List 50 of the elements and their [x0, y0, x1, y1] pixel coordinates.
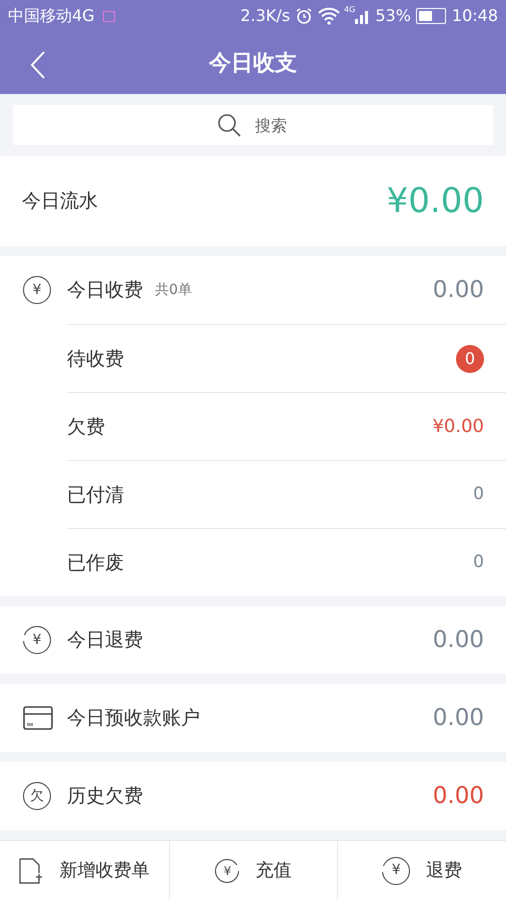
card-icon [23, 706, 53, 730]
alarm-icon [295, 7, 314, 26]
summary-amount: 0.00 [432, 276, 484, 306]
status-amount: ¥0.00 [432, 415, 484, 440]
status-label: 欠费 [67, 414, 105, 440]
network-type-text: 4G [344, 4, 356, 16]
status-count: 0 [473, 551, 484, 574]
count-badge: 0 [456, 344, 484, 373]
carrier-text: 中国移动4G [8, 5, 95, 28]
status-count: 0 [473, 483, 484, 506]
circular-arrow-glyph-icon: ¥ [215, 858, 240, 883]
toolbar-button[interactable]: ¥ 充值 [168, 841, 338, 900]
summary-label: 历史欠费 [67, 784, 143, 810]
search-icon [217, 113, 241, 138]
toolbar-button[interactable]: ¥ 退费 [337, 841, 506, 900]
status-row[interactable]: 已付清 0 [67, 460, 506, 528]
summary-amount: 0.00 [432, 704, 484, 734]
summary-row[interactable]: ¥ 今日退费 0.00 [0, 606, 506, 674]
status-label: 待收费 [67, 346, 124, 372]
sim-icon [102, 10, 115, 22]
summary-label: 今日预收款账户 [67, 706, 200, 732]
status-row[interactable]: 待收费 0 [67, 324, 506, 392]
clock-text: 10:48 [452, 5, 498, 28]
order-count: 共0单 [155, 280, 192, 300]
search-field[interactable]: 搜索 [13, 105, 493, 146]
circle-glyph-icon: ¥ [23, 276, 51, 304]
flow-label: 今日流水 [22, 189, 98, 214]
summary-row[interactable]: 今日预收款账户 0.00 [0, 684, 506, 752]
page-title: 今日收支 [209, 50, 297, 78]
circular-arrow-glyph-icon: ¥ [382, 856, 410, 885]
summary-label: 今日退费 [67, 628, 143, 654]
summary-row[interactable]: 欠 历史欠费 0.00 [0, 762, 506, 830]
summary-row[interactable]: ¥ 今日收费 共0单 0.00 [0, 256, 506, 324]
battery-percent: 53% [375, 5, 411, 28]
toolbar-button[interactable]: 新增收费单 [0, 841, 169, 900]
wifi-icon [317, 7, 342, 26]
circle-glyph-icon: 欠 [23, 782, 51, 810]
status-label: 已作废 [67, 550, 124, 576]
summary-label: 今日收费 [67, 278, 143, 304]
network-speed: 2.3K/s [240, 5, 290, 28]
add-document-icon [19, 858, 44, 884]
circular-arrow-glyph-icon: ¥ [23, 626, 51, 654]
status-row[interactable]: 已作废 0 [67, 528, 506, 596]
status-row[interactable]: 欠费 ¥0.00 [67, 392, 506, 460]
summary-amount: 0.00 [432, 782, 484, 812]
status-label: 已付清 [67, 482, 124, 508]
summary-amount: 0.00 [432, 626, 484, 656]
signal-icon [355, 8, 370, 24]
flow-amount: ¥0.00 [386, 180, 484, 223]
battery-icon [416, 8, 446, 24]
